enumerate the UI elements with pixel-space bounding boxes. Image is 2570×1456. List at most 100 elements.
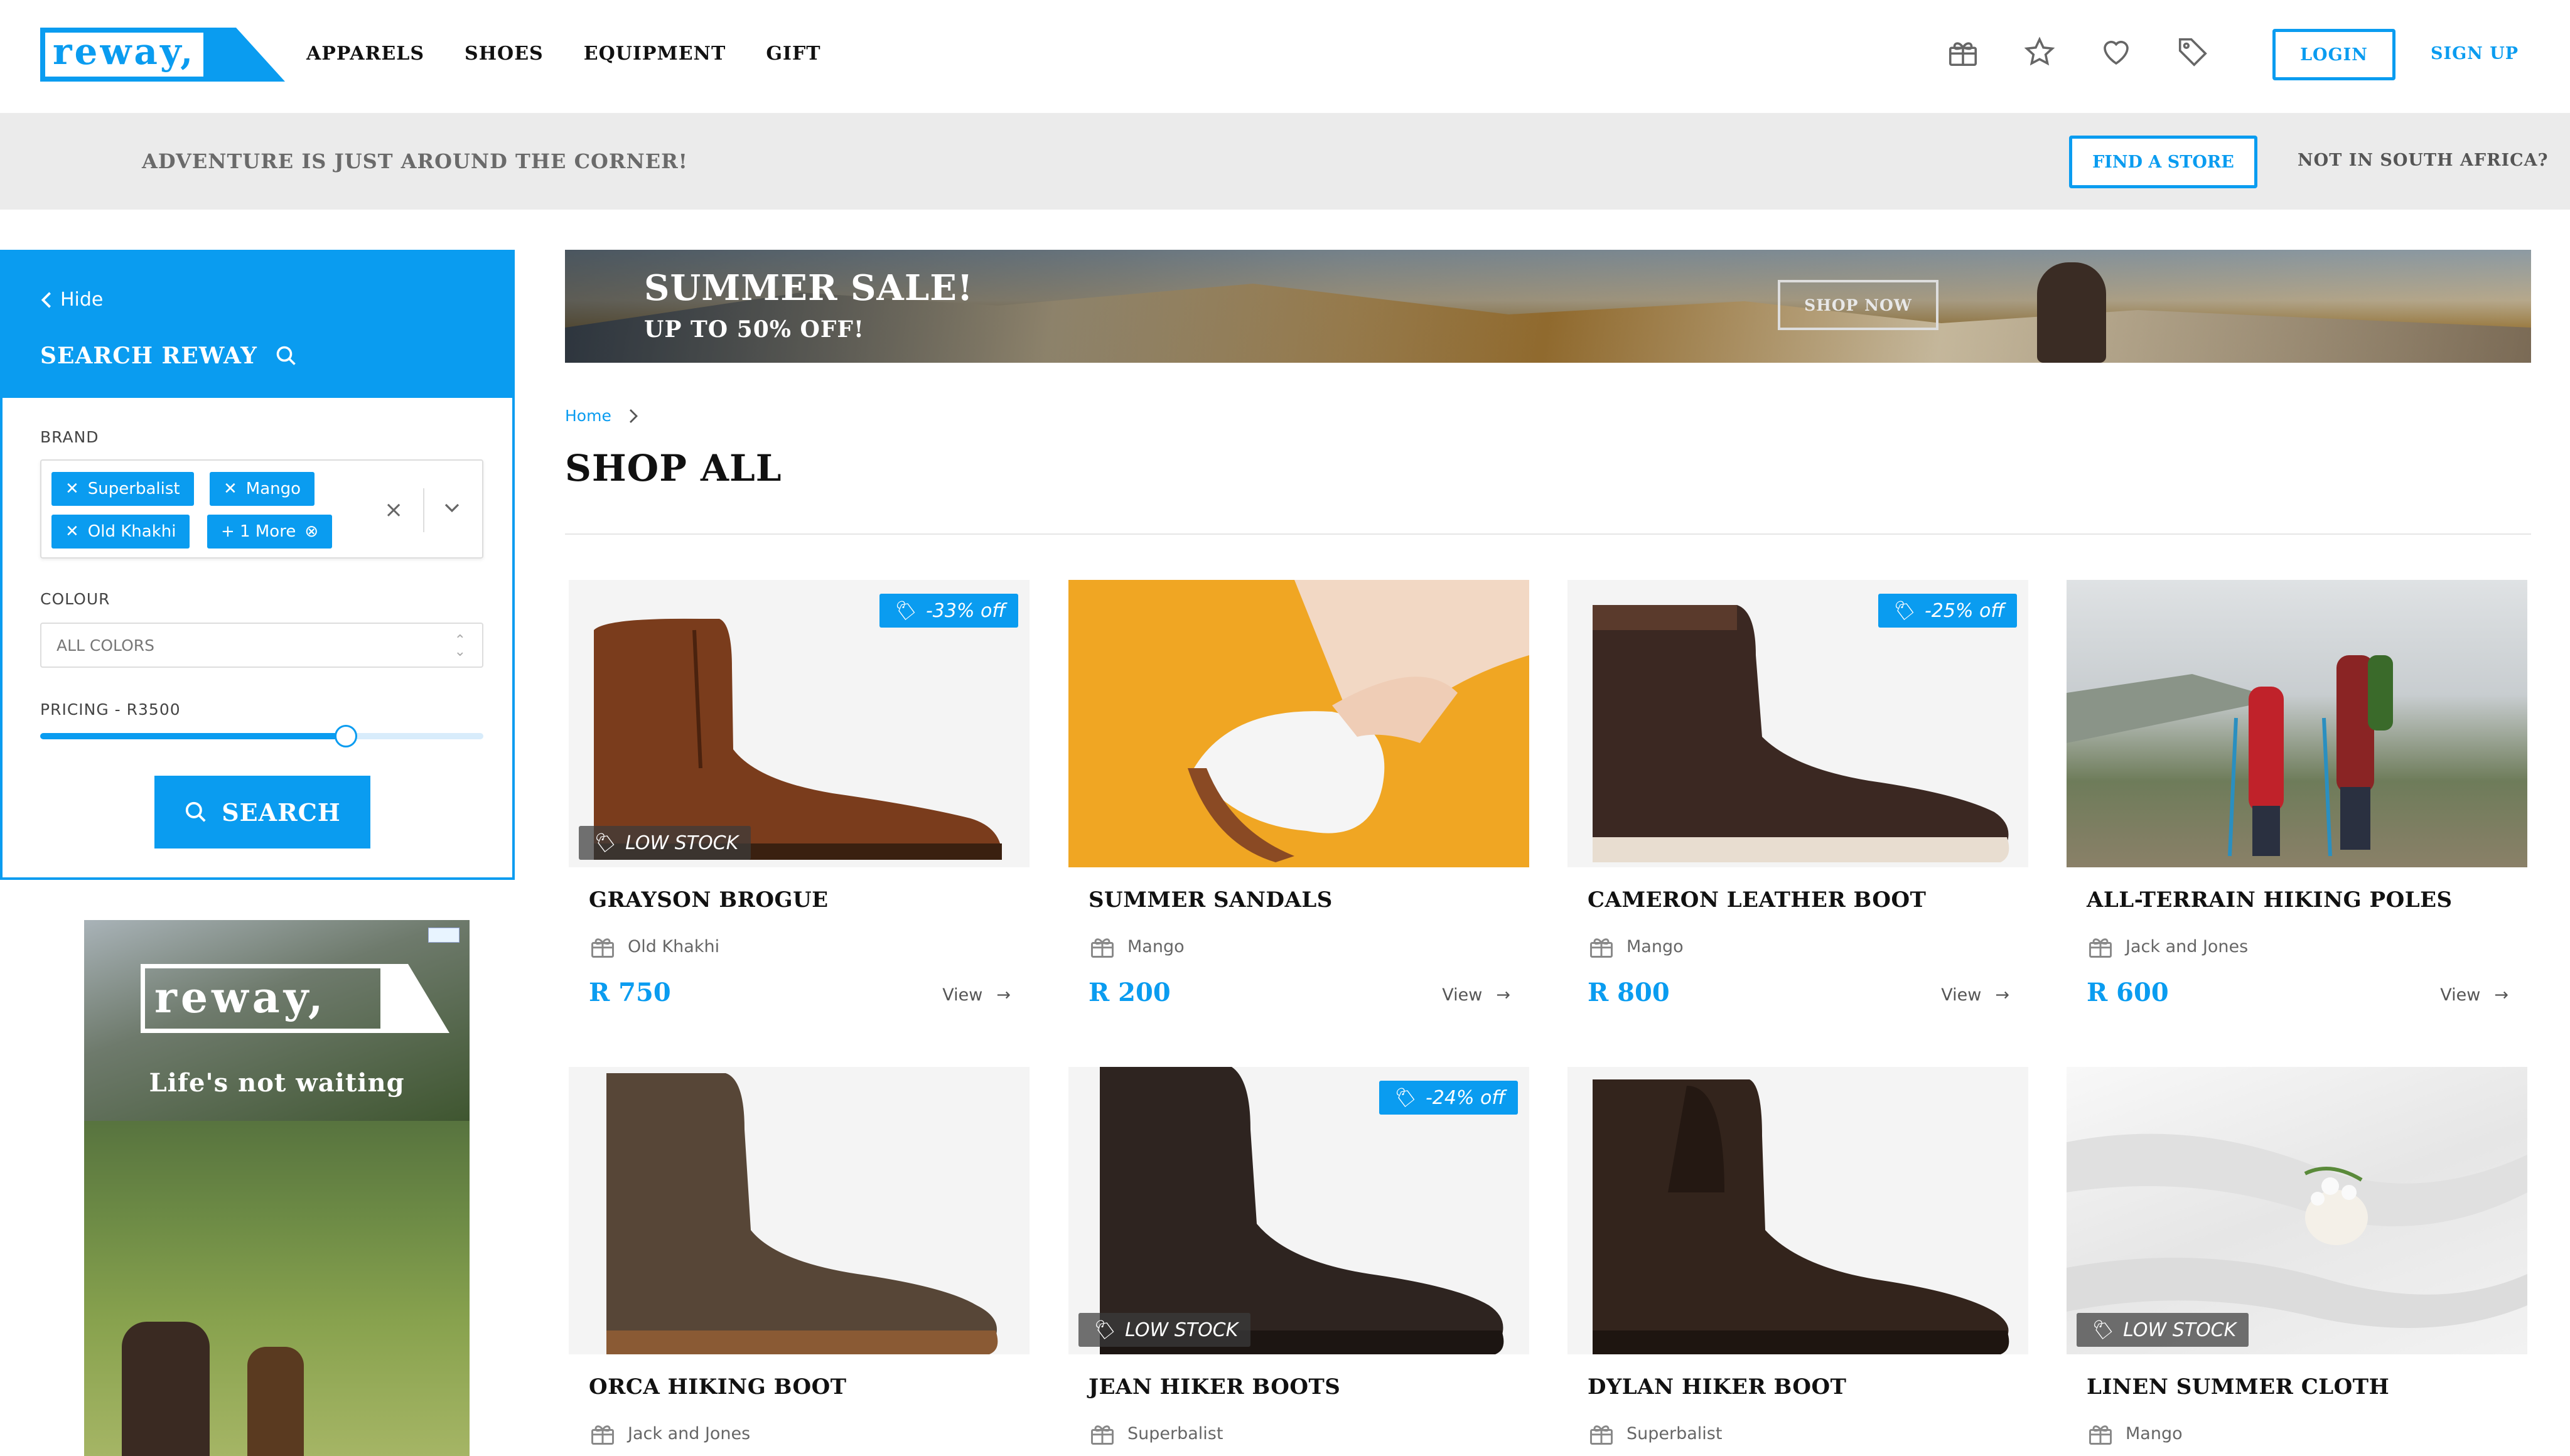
gift-icon	[2089, 1425, 2112, 1445]
search-button[interactable]: SEARCH	[154, 776, 370, 848]
product-brand-name: Jack and Jones	[628, 1423, 751, 1443]
signup-link[interactable]: SIGN UP	[2431, 44, 2519, 63]
product-name[interactable]: ALL-TERRAIN HIKING POLES	[2087, 887, 2453, 913]
product-image[interactable]	[1567, 1067, 2028, 1354]
nav-apparels[interactable]: APPARELS	[306, 43, 424, 65]
promo-tagline: ADVENTURE IS JUST AROUND THE CORNER!	[142, 149, 688, 173]
discount-badge-text: -25% off	[1924, 599, 2004, 622]
breadcrumb-home[interactable]: Home	[565, 407, 611, 425]
product-brand-name: Jack and Jones	[2126, 936, 2249, 956]
remove-chip-icon[interactable]: ✕	[65, 522, 79, 541]
remove-chip-icon[interactable]: ✕	[65, 479, 79, 498]
ad-slogan: Life's not waiting	[149, 1068, 405, 1098]
price-slider-handle[interactable]	[335, 725, 358, 747]
search-icon[interactable]	[275, 345, 298, 367]
shop-now-button[interactable]: SHOP NOW	[1778, 280, 1938, 330]
more-brands-label: + 1 More	[221, 522, 296, 541]
header-icons	[1946, 35, 2210, 69]
product-name[interactable]: CAMERON LEATHER BOOT	[1588, 887, 1926, 913]
tag-icon: 🏷	[1091, 1319, 1116, 1341]
discount-badge: 🏷 -33% off	[879, 594, 1018, 628]
breadcrumb: Home	[565, 407, 638, 425]
chevron-down-icon[interactable]	[443, 496, 461, 521]
product-name[interactable]: ORCA HIKING BOOT	[589, 1374, 847, 1400]
product-name[interactable]: LINEN SUMMER CLOTH	[2087, 1374, 2389, 1400]
remove-chip-icon[interactable]: ✕	[223, 479, 237, 498]
product-image[interactable]: 🏷 -24% off 🏷 LOW STOCK	[1068, 1067, 1529, 1354]
discount-badge: 🏷 -25% off	[1878, 594, 2017, 628]
star-icon[interactable]	[2023, 35, 2057, 69]
view-label: View	[2440, 985, 2481, 1005]
tag-icon: 🏷	[591, 832, 616, 854]
price-slider[interactable]	[40, 725, 483, 747]
select-divider	[423, 488, 424, 532]
product-brand-name: Mango	[1127, 936, 1185, 956]
product-brand: Mango	[1588, 933, 1684, 960]
product-name[interactable]: GRAYSON BROGUE	[589, 887, 829, 913]
arrow-right-icon: →	[2494, 985, 2508, 1005]
ad-choices-icon[interactable]	[428, 928, 460, 943]
hide-sidebar-button[interactable]: Hide	[40, 289, 103, 311]
low-stock-text: LOW STOCK	[625, 832, 739, 854]
tag-icon[interactable]	[2176, 35, 2210, 69]
brand-multiselect[interactable]: ✕ Superbalist ✕ Mango ✕ Old Khakhi + 1 M…	[40, 459, 483, 559]
product-name[interactable]: JEAN HIKER BOOTS	[1089, 1374, 1340, 1400]
clear-brands-icon[interactable]: ×	[384, 497, 403, 523]
product-brand: Mango	[2087, 1420, 2183, 1447]
tag-icon: 🏷	[891, 599, 916, 622]
discount-badge: 🏷 -24% off	[1379, 1081, 1518, 1115]
product-image[interactable]	[1068, 580, 1529, 867]
discount-badge-text: -33% off	[925, 599, 1006, 622]
product-brand: Jack and Jones	[589, 1420, 750, 1447]
not-in-sa-link[interactable]: NOT IN SOUTH AFRICA?	[2298, 151, 2548, 170]
brand-chip[interactable]: ✕ Old Khakhi	[51, 515, 190, 549]
view-product-link[interactable]: View →	[942, 985, 1011, 1005]
product-brand-name: Mango	[1626, 936, 1684, 956]
view-product-link[interactable]: View →	[2440, 985, 2508, 1005]
heart-icon[interactable]	[2099, 35, 2133, 69]
search-sidebar: Hide SEARCH REWAY BRAND ✕ Superbalist ✕ …	[0, 250, 515, 880]
more-brands-chip[interactable]: + 1 More ⊗	[207, 515, 333, 549]
product-brand-name: Superbalist	[1127, 1423, 1223, 1443]
product-image[interactable]	[569, 1067, 1030, 1354]
colour-select-value: ALL COLORS	[56, 636, 154, 655]
product-name[interactable]: DYLAN HIKER BOOT	[1588, 1374, 1846, 1400]
sidebar-title: SEARCH REWAY	[40, 343, 298, 369]
nav-gift[interactable]: GIFT	[766, 43, 820, 65]
gift-icon	[591, 938, 614, 958]
product-image[interactable]: 🏷 LOW STOCK	[2067, 1067, 2527, 1354]
low-stock-badge: 🏷 LOW STOCK	[2077, 1313, 2249, 1347]
promo-bar: ADVENTURE IS JUST AROUND THE CORNER! FIN…	[0, 113, 2570, 210]
product-image[interactable]: 🏷 -25% off	[1567, 580, 2028, 867]
product-image[interactable]	[2067, 580, 2527, 867]
view-product-link[interactable]: View →	[1442, 985, 1510, 1005]
circle-close-icon[interactable]: ⊗	[304, 522, 318, 541]
product-brand-name: Mango	[2126, 1423, 2183, 1443]
banner-hiker-figure	[2037, 262, 2106, 363]
product-image[interactable]: 🏷 -33% off 🏷 LOW STOCK	[569, 580, 1030, 867]
nav-shoes[interactable]: SHOES	[465, 43, 544, 65]
gift-icon	[1091, 1425, 1114, 1445]
advertisement[interactable]: reway, Life's not waiting	[84, 920, 470, 1456]
hikers-image	[2067, 655, 2393, 857]
view-product-link[interactable]: View →	[1941, 985, 2009, 1005]
product-brand: Superbalist	[1588, 1420, 1722, 1447]
product-brand-name: Old Khakhi	[628, 936, 720, 956]
view-label: View	[1442, 985, 1483, 1005]
brand-chip[interactable]: ✕ Mango	[210, 472, 315, 506]
nav-equipment[interactable]: EQUIPMENT	[584, 43, 726, 65]
product-name[interactable]: SUMMER SANDALS	[1089, 887, 1333, 913]
gift-icon[interactable]	[1946, 35, 1980, 69]
colour-select[interactable]: ALL COLORS ⌃ ⌄	[40, 623, 483, 668]
low-stock-badge: 🏷 LOW STOCK	[1078, 1313, 1251, 1347]
linen-cloth-image	[2067, 1133, 2527, 1328]
summer-sale-banner[interactable]: SUMMER SALE! UP TO 50% OFF! SHOP NOW	[565, 250, 2531, 363]
find-store-button[interactable]: FIND A STORE	[2069, 136, 2257, 188]
login-button[interactable]: LOGIN	[2272, 29, 2395, 80]
reway-logo[interactable]: reway,	[40, 28, 285, 84]
tag-icon: 🏷	[2089, 1319, 2114, 1341]
arrow-right-icon: →	[996, 985, 1011, 1005]
gift-icon	[1590, 1425, 1613, 1445]
product-price: R 750	[589, 978, 671, 1007]
brand-chip[interactable]: ✕ Superbalist	[51, 472, 194, 506]
